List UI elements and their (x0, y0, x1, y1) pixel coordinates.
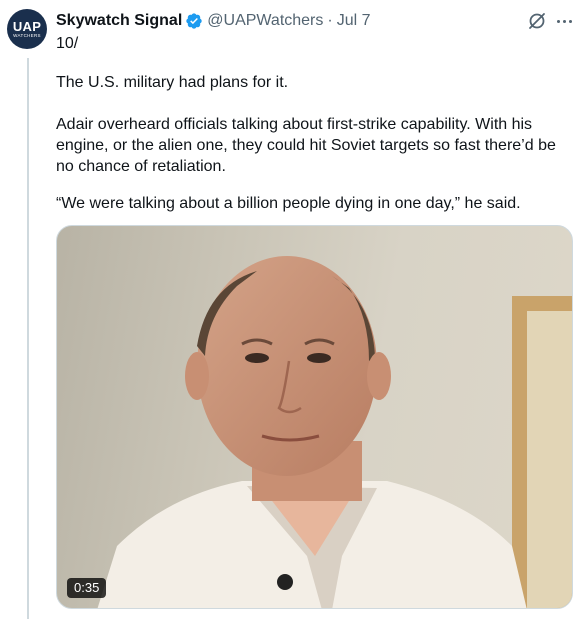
tweet-paragraph-2: Adair overheard officials talking about … (56, 116, 556, 175)
avatar[interactable]: UAP WATCHERS (7, 9, 47, 49)
handle[interactable]: @UAPWatchers (207, 12, 323, 30)
verified-badge-icon[interactable] (185, 12, 203, 30)
tweet-header: Skywatch Signal @UAPWatchers · Jul 7 (56, 10, 371, 32)
thread-line (27, 58, 29, 619)
more-options-icon[interactable] (553, 11, 575, 31)
video-frame (97, 256, 572, 608)
tweet: UAP WATCHERS Skywatch Signal @UAPWatcher… (0, 0, 580, 619)
video-player[interactable]: 0:35 (56, 225, 573, 609)
tweet-paragraph-3: “We were talking about a billion people … (56, 195, 521, 212)
avatar-logo-subtext: WATCHERS (13, 32, 41, 38)
tweet-date[interactable]: Jul 7 (337, 12, 371, 30)
grok-icon[interactable] (527, 11, 547, 31)
separator-dot: · (327, 12, 333, 29)
tweet-paragraph-1: The U.S. military had plans for it. (56, 74, 289, 91)
display-name[interactable]: Skywatch Signal (56, 12, 182, 30)
avatar-logo-text: UAP (12, 18, 42, 34)
video-duration: 0:35 (67, 578, 107, 598)
thread-number: 10/ (56, 35, 79, 52)
